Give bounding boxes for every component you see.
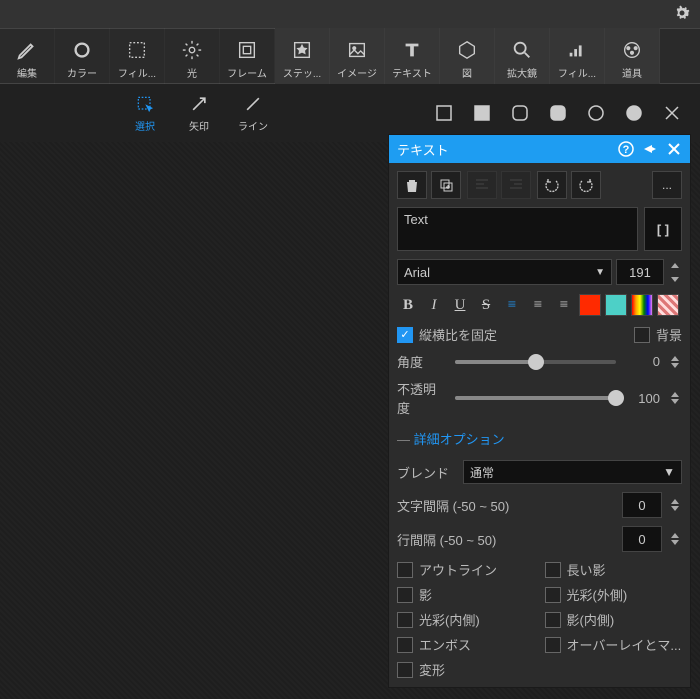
- close-icon[interactable]: [662, 103, 682, 123]
- panel-close-icon[interactable]: [666, 141, 682, 157]
- blend-select[interactable]: 通常▼: [463, 460, 682, 484]
- tool-text[interactable]: テキスト: [385, 28, 440, 84]
- transform-checkbox[interactable]: [397, 662, 413, 678]
- tool-color[interactable]: カラー: [55, 28, 110, 84]
- lock-aspect-checkbox[interactable]: [397, 327, 413, 343]
- angle-value: 0: [624, 354, 660, 369]
- bg-label: 背景: [656, 325, 682, 344]
- italic-button[interactable]: I: [423, 293, 445, 317]
- rotate-cw-button[interactable]: [571, 171, 601, 199]
- opacity-slider[interactable]: [455, 396, 616, 400]
- shape-roundrect-outline[interactable]: [510, 103, 530, 123]
- panel-title: テキスト: [397, 140, 610, 159]
- align-right-button[interactable]: [501, 171, 531, 199]
- glow-outer-checkbox[interactable]: [545, 587, 561, 603]
- shape-roundrect-fill[interactable]: [548, 103, 568, 123]
- align-right-icon[interactable]: ≡: [553, 293, 575, 317]
- angle-slider[interactable]: [455, 360, 616, 364]
- tool-image[interactable]: イメージ: [330, 28, 385, 84]
- line-spacing-spinner[interactable]: [668, 533, 682, 545]
- color-teal[interactable]: [605, 294, 627, 316]
- strike-button[interactable]: S: [475, 293, 497, 317]
- align-left-icon[interactable]: ≡: [501, 293, 523, 317]
- advanced-header[interactable]: 詳細オプション: [397, 425, 682, 452]
- tool-magnifier[interactable]: 拡大鏡: [495, 28, 550, 84]
- bracket-button[interactable]: [ ]: [644, 207, 682, 251]
- shadow-checkbox[interactable]: [397, 587, 413, 603]
- opacity-value: 100: [624, 391, 660, 406]
- emboss-checkbox[interactable]: [397, 637, 413, 653]
- overlay-checkbox[interactable]: [545, 637, 561, 653]
- shadow-inner-checkbox[interactable]: [545, 612, 561, 628]
- align-left-button[interactable]: [467, 171, 497, 199]
- letter-spacing-input[interactable]: 0: [622, 492, 662, 518]
- main-toolbar: 編集 カラー フィル... 光 フレーム ステッ... イメージ テキスト 図 …: [0, 28, 700, 84]
- color-red[interactable]: [579, 294, 601, 316]
- opacity-spinner[interactable]: [668, 392, 682, 404]
- longshadow-checkbox[interactable]: [545, 562, 561, 578]
- opacity-label: 不透明度: [397, 379, 447, 417]
- duplicate-button[interactable]: [431, 171, 461, 199]
- text-panel: テキスト ? ... Text [ ]: [388, 134, 691, 688]
- tool-filter2[interactable]: フィル...: [550, 28, 605, 84]
- line-spacing-input[interactable]: 0: [622, 526, 662, 552]
- lock-aspect-label: 縦横比を固定: [419, 325, 497, 344]
- subtool-line[interactable]: ライン: [226, 94, 280, 133]
- help-icon[interactable]: ?: [618, 141, 634, 157]
- shape-circle-fill[interactable]: [624, 103, 644, 123]
- outline-checkbox[interactable]: [397, 562, 413, 578]
- angle-label: 角度: [397, 352, 447, 371]
- bg-checkbox[interactable]: [634, 327, 650, 343]
- font-size-spinner[interactable]: [668, 259, 682, 285]
- font-size-input[interactable]: 191: [616, 259, 664, 285]
- tool-sticker[interactable]: ステッ...: [275, 28, 330, 84]
- bold-button[interactable]: B: [397, 293, 419, 317]
- tool-shape[interactable]: 図: [440, 28, 495, 84]
- underline-button[interactable]: U: [449, 293, 471, 317]
- tool-edit[interactable]: 編集: [0, 28, 55, 84]
- tool-light[interactable]: 光: [165, 28, 220, 84]
- shape-rect-outline[interactable]: [434, 103, 454, 123]
- font-select[interactable]: Arial▼: [397, 259, 612, 285]
- align-center-icon[interactable]: ≡: [527, 293, 549, 317]
- subtool-arrow[interactable]: 矢印: [172, 94, 226, 133]
- blend-label: ブレンド: [397, 463, 457, 482]
- settings-icon[interactable]: [672, 3, 692, 26]
- rotate-ccw-button[interactable]: [537, 171, 567, 199]
- tool-filter[interactable]: フィル...: [110, 28, 165, 84]
- subtool-select[interactable]: 選択: [118, 94, 172, 133]
- letter-spacing-label: 文字間隔 (-50 ~ 50): [397, 496, 616, 515]
- shape-circle-outline[interactable]: [586, 103, 606, 123]
- tool-frame[interactable]: フレーム: [220, 28, 275, 84]
- glow-inner-checkbox[interactable]: [397, 612, 413, 628]
- svg-text:?: ?: [623, 144, 630, 156]
- color-pattern[interactable]: [657, 294, 679, 316]
- color-rainbow[interactable]: [631, 294, 653, 316]
- line-spacing-label: 行間隔 (-50 ~ 50): [397, 530, 616, 549]
- angle-spinner[interactable]: [668, 356, 682, 368]
- shape-rect-fill[interactable]: [472, 103, 492, 123]
- letter-spacing-spinner[interactable]: [668, 499, 682, 511]
- pin-icon[interactable]: [642, 141, 658, 157]
- tool-tools[interactable]: 道具: [605, 28, 660, 84]
- delete-button[interactable]: [397, 171, 427, 199]
- more-button[interactable]: ...: [652, 171, 682, 199]
- text-input[interactable]: Text: [397, 207, 638, 251]
